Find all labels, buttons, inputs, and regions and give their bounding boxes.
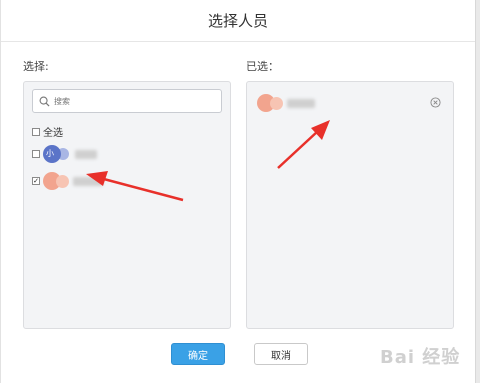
annotation-arrows xyxy=(86,120,330,202)
left-arrow-head xyxy=(86,171,108,186)
watermark: Bai 经验 xyxy=(380,347,461,368)
right-arrow-line xyxy=(277,130,319,169)
right-arrow-head xyxy=(311,120,330,140)
left-arrow-line xyxy=(99,176,184,202)
